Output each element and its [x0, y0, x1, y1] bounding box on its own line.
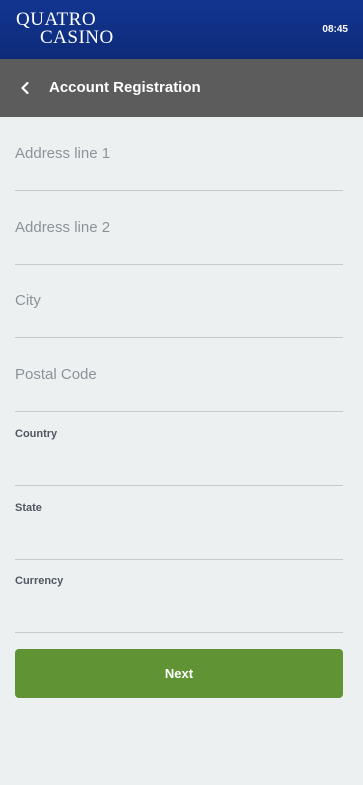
- state-field: State: [15, 486, 343, 560]
- back-button[interactable]: [18, 79, 32, 97]
- status-time: 08:45: [322, 24, 348, 35]
- state-select[interactable]: [15, 520, 343, 559]
- casino-logo: QUATRO CASINO: [16, 8, 126, 50]
- logo-line-casino: CASINO: [40, 28, 114, 47]
- top-bar: QUATRO CASINO 08:45: [0, 0, 363, 59]
- chevron-left-icon: [21, 81, 29, 95]
- currency-field: Currency: [15, 559, 343, 633]
- currency-label: Currency: [15, 575, 64, 587]
- next-button[interactable]: Next: [15, 649, 343, 698]
- address-line-2-input[interactable]: [15, 191, 343, 264]
- postal-code-input[interactable]: [15, 338, 343, 411]
- logo-casino-text: CASINO: [40, 27, 114, 48]
- country-field: Country: [15, 412, 343, 486]
- page-header: Account Registration: [0, 59, 363, 117]
- page-title: Account Registration: [49, 79, 201, 96]
- postal-code-field: [15, 338, 343, 412]
- currency-select[interactable]: [15, 593, 343, 632]
- country-select[interactable]: [15, 446, 343, 485]
- country-label: Country: [15, 428, 58, 440]
- state-label: State: [15, 502, 42, 514]
- address-line-1-field: [15, 117, 343, 191]
- city-input[interactable]: [15, 264, 343, 337]
- city-field: [15, 264, 343, 338]
- address-line-2-field: [15, 191, 343, 265]
- address-line-1-input[interactable]: [15, 117, 343, 190]
